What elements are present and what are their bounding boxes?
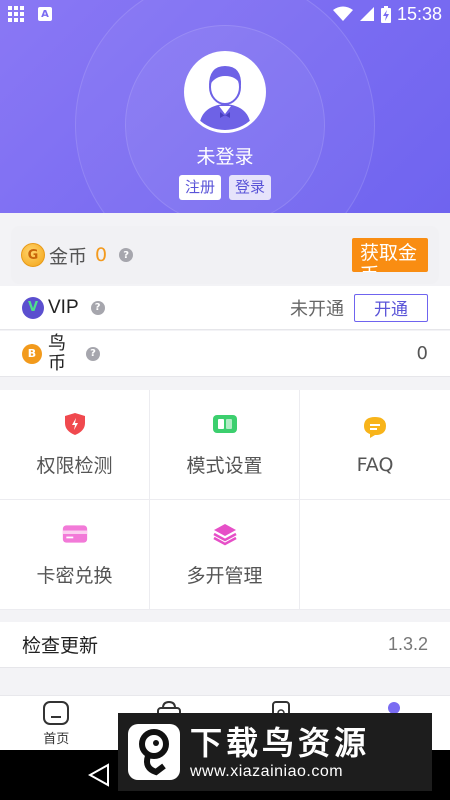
wifi-icon bbox=[332, 6, 353, 21]
tool-mode-settings[interactable]: 模式设置 bbox=[150, 390, 300, 500]
watermark-banner: 下载鸟资源 www.xiazainiao.com bbox=[118, 713, 432, 791]
home-icon bbox=[43, 701, 70, 725]
bird-coin-value: 0 bbox=[416, 343, 428, 364]
tools-grid: 权限检测 模式设置 FAQ 卡密兑换 多开管理 bbox=[0, 390, 450, 610]
auth-buttons: 注册 登录 bbox=[0, 175, 450, 200]
get-coins-button[interactable]: 获取金币 bbox=[352, 238, 428, 272]
card-icon bbox=[62, 521, 88, 547]
tool-card-redeem[interactable]: 卡密兑换 bbox=[0, 500, 150, 610]
tool-label: FAQ bbox=[356, 453, 394, 476]
tab-home[interactable]: 首页 bbox=[0, 696, 113, 750]
bird-logo-icon bbox=[128, 724, 180, 780]
watermark-title: 下载鸟资源 bbox=[190, 724, 371, 762]
check-update-label: 检查更新 bbox=[22, 635, 99, 657]
username-label: 未登录 bbox=[196, 146, 254, 168]
battery-icon bbox=[380, 5, 391, 23]
vip-status: 未开通 bbox=[290, 298, 344, 320]
apps-grid-icon bbox=[8, 6, 24, 22]
login-button[interactable]: 登录 bbox=[229, 175, 272, 200]
chat-bubble-icon bbox=[362, 414, 388, 440]
bird-coin-row: B 鸟币 ? 0 bbox=[0, 331, 450, 377]
tool-empty-slot bbox=[300, 500, 450, 610]
user-avatar-icon bbox=[187, 54, 263, 130]
coin-value: 0 bbox=[95, 244, 108, 266]
status-bar: A 15:38 bbox=[0, 0, 450, 28]
register-button[interactable]: 注册 bbox=[178, 175, 221, 200]
vip-label: VIP bbox=[48, 296, 79, 318]
tool-multi-open[interactable]: 多开管理 bbox=[150, 500, 300, 610]
avatar[interactable] bbox=[184, 51, 266, 133]
app-version: 1.3.2 bbox=[387, 634, 428, 654]
bird-coin-help-icon[interactable]: ? bbox=[86, 346, 100, 361]
coin-card: G 金币 0 ? 获取金币 bbox=[11, 226, 439, 284]
tool-label: 权限检测 bbox=[36, 455, 113, 477]
gold-coin-icon: G bbox=[21, 243, 45, 267]
tool-permission-check[interactable]: 权限检测 bbox=[0, 390, 150, 500]
clock: 15:38 bbox=[396, 3, 442, 24]
profile-header: A 15:38 未登录 注册 登录 bbox=[0, 0, 450, 213]
tab-home-label: 首页 bbox=[43, 732, 70, 747]
vip-open-button[interactable]: 开通 bbox=[354, 293, 428, 322]
coin-label: 金币 bbox=[49, 245, 88, 268]
vip-row: V VIP ? 未开通 开通 bbox=[0, 286, 450, 330]
notification-a-icon: A bbox=[38, 7, 52, 21]
bird-coin-icon: B bbox=[22, 343, 42, 364]
shield-icon bbox=[62, 411, 88, 437]
mode-icon bbox=[212, 411, 238, 437]
tool-faq[interactable]: FAQ bbox=[300, 390, 450, 500]
tool-label: 卡密兑换 bbox=[36, 565, 113, 587]
vip-badge-icon: V bbox=[22, 296, 44, 319]
vip-help-icon[interactable]: ? bbox=[90, 300, 105, 315]
back-triangle-icon[interactable] bbox=[88, 763, 110, 787]
check-update-row[interactable]: 检查更新 1.3.2 bbox=[0, 622, 450, 668]
bird-coin-label: 鸟币 bbox=[48, 332, 66, 374]
watermark-url: www.xiazainiao.com bbox=[190, 763, 344, 780]
tool-label: 多开管理 bbox=[186, 565, 263, 587]
signal-icon bbox=[359, 7, 374, 21]
coin-help-icon[interactable]: ? bbox=[119, 248, 134, 262]
layers-icon bbox=[212, 521, 238, 547]
tool-label: 模式设置 bbox=[186, 455, 263, 477]
